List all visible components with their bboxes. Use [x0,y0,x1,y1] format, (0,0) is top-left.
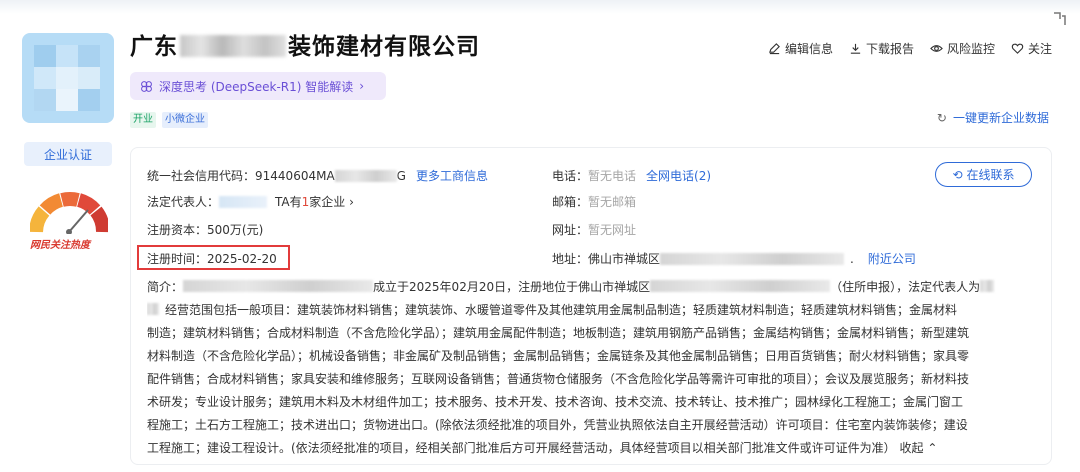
company-title: 广东 装饰建材有限公司 [130,27,480,61]
header-actions: 编辑信息 下载报告 风险监控 关注 [768,40,1052,57]
legal-rep-redacted[interactable] [219,195,268,208]
chevron-right-icon: › [359,79,365,93]
title-redacted [180,35,286,57]
edit-info-label: 编辑信息 [784,42,833,56]
address-dot: . [850,251,854,266]
status-badge-open: 开业 [130,112,156,128]
online-contact-button[interactable]: ⟲ 在线联系 [935,162,1032,187]
intro-line-5: 配件销售；合成材料销售；家具安装和维修服务；互联网设备销售；普通货物仓储服务（不… [147,372,970,386]
intro-line8-text: 工程施工；建设工程设计。(依法须经批准的项目，经相关部门批准后方可开展经营活动，… [147,441,896,455]
capital-label: 注册资本： [147,223,208,237]
intro-line-6: 术研发；专业设计服务；建筑用木料及木材组件加工；技术服务、技术开发、技术咨询、技… [147,395,964,409]
chat-icon: ⟲ [952,167,963,182]
intro-label: 简介： [147,280,184,294]
heat-gauge-icon [30,192,108,234]
intro-line-8: 工程施工；建设工程设计。(依法须经批准的项目，经相关部门批准后方可开展经营活动，… [147,437,1035,460]
phone-label: 电话： [552,169,589,183]
all-phones-link[interactable]: 全网电话(2) [646,167,711,184]
more-business-info-link[interactable]: 更多工商信息 [416,167,488,184]
nearby-companies-link[interactable]: 附近公司 [868,250,916,267]
email-value: 暂无邮箱 [588,195,637,209]
intro-rep-redacted [980,280,995,292]
top-shade [0,0,1080,14]
phone-row: 电话： 暂无电话 全网电话(2) [552,167,711,184]
website-row: 网址： 暂无网址 [552,221,636,238]
company-logo [22,33,114,123]
risk-monitor-label: 风险监控 [946,42,995,56]
email-label: 邮箱： [552,195,589,209]
ai-analysis-label: 深度思考 (DeepSeek-R1) 智能解读 [159,79,354,94]
follow-button[interactable]: 关注 [1011,40,1052,57]
registration-time-highlight-box [137,245,290,270]
heat-label: 网民关注热度 [30,240,90,251]
intro-line-4: 材料制造（不含危险化学品）；机械设备销售；非金属矿及制品销售；金属制品销售；金属… [147,349,970,363]
legal-rep-row: 法定代表人： TA有 1 家企业 › [147,193,354,210]
refresh-data-button[interactable]: ↻ 一键更新企业数据 [937,109,1049,126]
risk-monitor-button[interactable]: 风险监控 [930,40,995,57]
collapse-link[interactable]: 收起 ⌃ [900,441,938,455]
credit-code-redacted [334,169,397,182]
download-report-label: 下载报告 [865,42,914,56]
website-value: 暂无网址 [588,223,637,237]
credit-code-tail: G [396,168,406,183]
eye-icon [930,45,943,52]
enterprise-certification-button[interactable]: 企业认证 [24,142,112,166]
edit-icon [769,43,780,55]
status-badge-small: 小微企业 [162,112,208,128]
credit-code-row: 统一社会信用代码： 91440604MA G 更多工商信息 [147,167,488,184]
legal-rep-ta: TA有 [275,195,302,209]
intro-rep-redacted-2 [147,303,159,315]
refresh-icon: ↻ [936,110,947,125]
status-tags: 开业 小微企业 [130,112,208,128]
phone-value: 暂无电话 [588,169,637,183]
address-redacted [660,252,845,265]
address-value: 佛山市禅城区 [588,252,661,266]
intro-line-3: 制造；建筑材料销售；合成材料制造（不含危险化学品）；建筑用金属配件制造；地板制造… [147,326,970,340]
ai-analysis-button[interactable]: 深度思考 (DeepSeek-R1) 智能解读 › [130,72,386,100]
company-intro: 简介： 成立于2025年02月20日，注册地位于佛山市禅城区 （住所申报），法定代表… [147,276,1035,460]
ai-sparkle-icon [141,80,152,92]
refresh-data-label: 一键更新企业数据 [952,111,1049,125]
intro-line2-text: 经营范围包括一般项目：建筑装饰材料销售；建筑装饰、水暖管道零件及其他建筑用金属制… [165,303,958,317]
heart-icon [1011,43,1024,54]
legal-rep-suffix[interactable]: 家企业 › [309,193,354,210]
title-prefix: 广东 [130,34,178,60]
address-label: 地址： [552,252,589,266]
intro-line-2: 经营范围包括一般项目：建筑装饰材料销售；建筑装饰、水暖管道零件及其他建筑用金属制… [147,299,1035,322]
edit-info-button[interactable]: 编辑信息 [768,40,833,57]
email-row: 邮箱： 暂无邮箱 [552,193,636,210]
website-label: 网址： [552,223,589,237]
title-suffix: 装饰建材有限公司 [288,34,480,60]
intro-line-7: 程施工；土石方工程施工；技术进出口；货物进出口。(除依法须经批准的项目外，凭营业… [147,418,968,432]
certification-label: 企业认证 [43,147,92,162]
intro-address-redacted [650,280,831,292]
intro-line1-tail: （住所申报），法定代表人为 [830,280,981,294]
credit-code-value: 91440604MA [255,168,335,183]
capital-row: 注册资本： 500万(元) [147,221,263,238]
address-row: 地址： 佛山市禅城区 . 附近公司 [552,250,916,267]
download-icon [850,43,861,54]
legal-rep-label: 法定代表人： [147,195,220,209]
intro-name-redacted [183,280,374,292]
intro-line1-text: 成立于2025年02月20日，注册地位于佛山市禅城区 [373,280,651,294]
download-report-button[interactable]: 下载报告 [849,40,914,57]
legal-rep-count: 1 [301,194,310,209]
credit-code-label: 统一社会信用代码： [147,169,256,183]
online-contact-label: 在线联系 [966,168,1015,182]
follow-label: 关注 [1027,42,1052,56]
collapse-corner-icon[interactable] [1048,10,1070,32]
capital-value: 500万(元) [207,223,264,237]
intro-line-1: 简介： 成立于2025年02月20日，注册地位于佛山市禅城区 （住所申报），法定代表… [147,276,1035,299]
